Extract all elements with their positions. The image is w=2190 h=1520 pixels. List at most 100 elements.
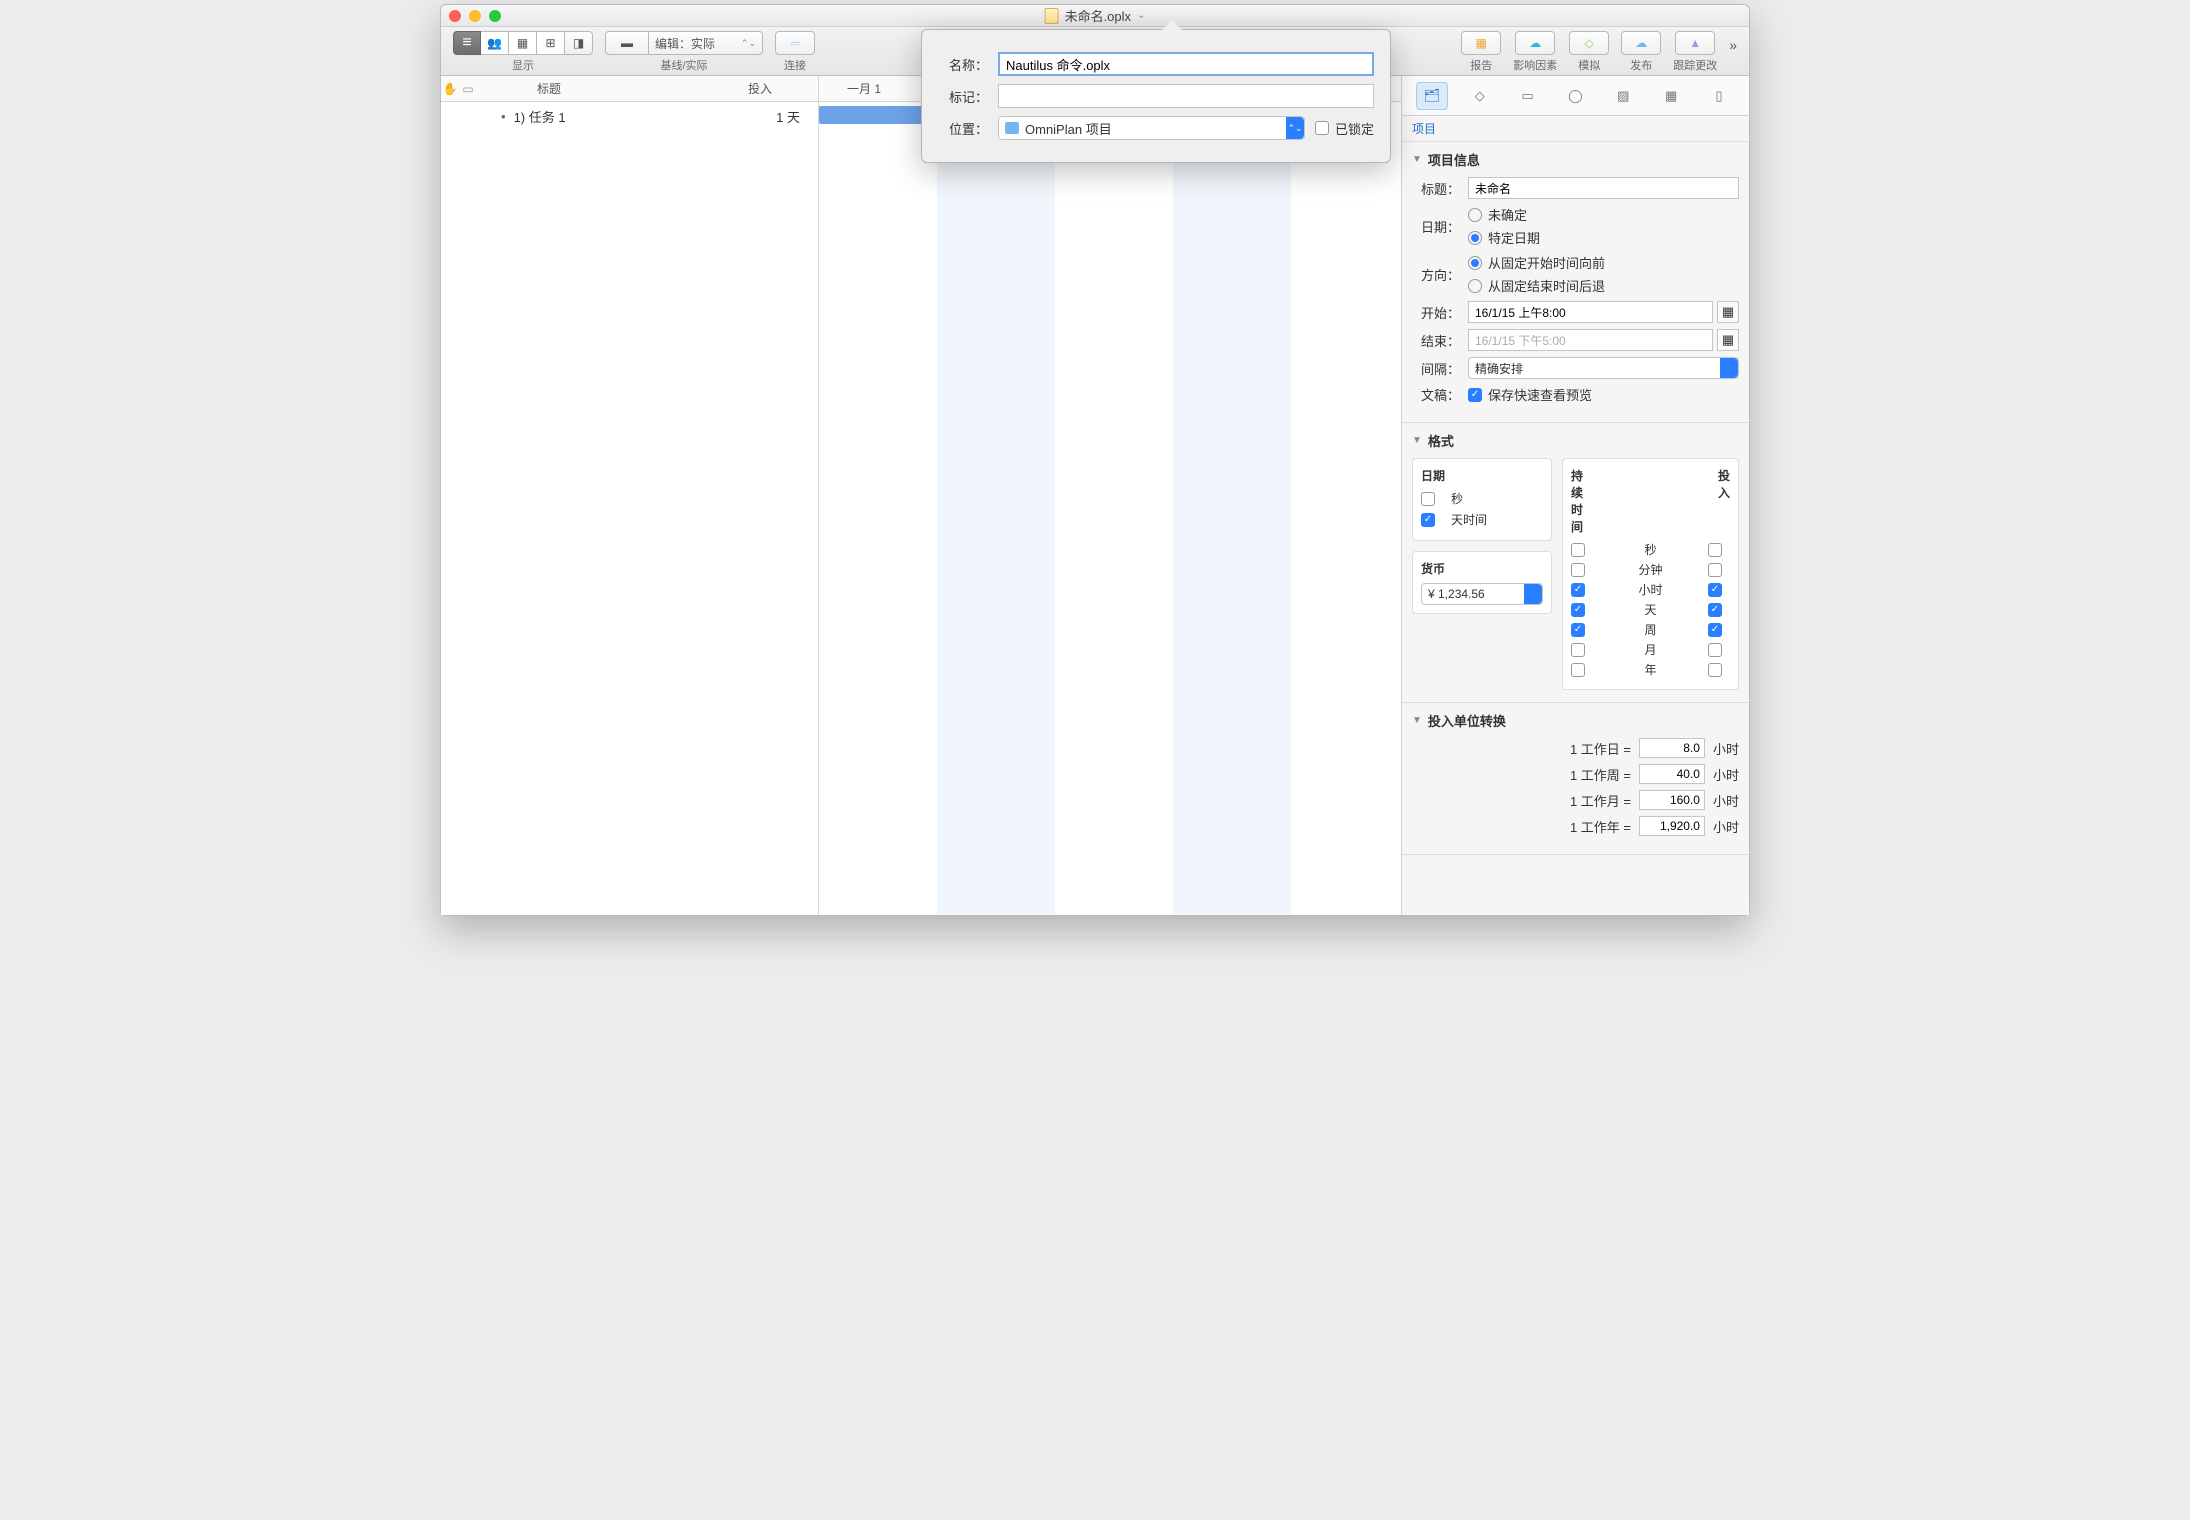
direction-backward-radio[interactable]: 从固定结束时间后退 (1468, 276, 1605, 295)
inspector-panel: 🗂 ◇ ▭ ◯ ▨ ▦ ▯ 项目 ▼项目信息 标题： 日期： 未确定 (1401, 76, 1749, 915)
field-label-start: 开始： (1412, 303, 1460, 322)
section-conversion-header[interactable]: ▼投入单位转换 (1412, 711, 1739, 730)
format-date-label: 日期 (1421, 467, 1543, 484)
conv-day-input[interactable] (1639, 738, 1705, 758)
field-label-doc: 文稿： (1412, 385, 1460, 404)
section-formats-header[interactable]: ▼格式 (1412, 431, 1739, 450)
track-changes-button[interactable]: ▲ (1675, 31, 1715, 55)
inspector-tab-milestones[interactable]: ◇ (1464, 82, 1496, 110)
conv-year-input[interactable] (1639, 816, 1705, 836)
baseline-dropdown[interactable]: 编辑：实际⌃⌄ (649, 31, 763, 55)
field-label-title: 标题： (1412, 179, 1460, 198)
format-daytime-checkbox[interactable]: 天时间 (1421, 511, 1543, 528)
direction-forward-radio[interactable]: 从固定开始时间向前 (1468, 253, 1605, 272)
quicklook-checkbox[interactable]: 保存快速查看预览 (1468, 385, 1592, 404)
dur-sec-checkbox[interactable] (1571, 543, 1585, 557)
inspector-tab-resource[interactable]: ◯ (1559, 82, 1591, 110)
inspector-tab-styles[interactable]: ▨ (1607, 82, 1639, 110)
dur-min-checkbox[interactable] (1571, 563, 1585, 577)
minimize-window-button[interactable] (469, 10, 481, 22)
eff-hour-checkbox[interactable] (1708, 583, 1722, 597)
outline-panel: ✋ ▭ 标题 投入 • 1) 任务 1 1 天 (441, 76, 819, 915)
field-label-end: 结束： (1412, 331, 1460, 350)
save-tag-input[interactable] (998, 84, 1374, 108)
section-project-info-header[interactable]: ▼项目信息 (1412, 150, 1739, 169)
simulate-button[interactable]: ◇ (1569, 31, 1609, 55)
format-duration-header: 持续时间 (1571, 467, 1593, 535)
violations-column-icon[interactable]: ✋ (441, 82, 459, 96)
start-calendar-button[interactable]: ▦ (1717, 301, 1739, 323)
end-calendar-button[interactable]: ▦ (1717, 329, 1739, 351)
eff-sec-checkbox[interactable] (1708, 543, 1722, 557)
locked-checkbox[interactable]: 已锁定 (1315, 119, 1374, 138)
inspector-tab-task[interactable]: ▭ (1512, 82, 1544, 110)
eff-min-checkbox[interactable] (1708, 563, 1722, 577)
toolbar-overflow-button[interactable]: » (1723, 31, 1743, 53)
impact-button[interactable]: ☁ (1515, 31, 1555, 55)
task-effort: 1 天 (776, 107, 800, 126)
document-title[interactable]: 未命名.oplx ⌄ (1045, 6, 1146, 25)
dur-day-checkbox[interactable] (1571, 603, 1585, 617)
format-seconds-checkbox[interactable]: 秒 (1421, 490, 1543, 507)
granularity-select[interactable]: 精确安排 (1468, 357, 1739, 379)
app-window: 未命名.oplx ⌄ 👥 ▦ ⊞ ◨ 显示 ▬ 编辑：实际⌃⌄ 基线/实际 ⎓ … (440, 4, 1750, 916)
baseline-toggle[interactable]: ▬ (605, 31, 649, 55)
column-header-title[interactable]: 标题 (477, 80, 748, 97)
inspector-tab-project[interactable]: 🗂 (1416, 82, 1448, 110)
eff-month-checkbox[interactable] (1708, 643, 1722, 657)
toolbar-label-impact: 影响因素 (1513, 57, 1557, 73)
dur-week-checkbox[interactable] (1571, 623, 1585, 637)
view-resources-button[interactable]: 👥 (481, 31, 509, 55)
task-row[interactable]: • 1) 任务 1 1 天 (441, 102, 818, 130)
publish-button[interactable]: ☁ (1621, 31, 1661, 55)
zoom-window-button[interactable] (489, 10, 501, 22)
conv-year-label: 1 工作年 = (1570, 817, 1631, 836)
connect-button[interactable]: ⎓ (775, 31, 815, 55)
view-gantt-button[interactable] (453, 31, 481, 55)
popover-tag-label: 标记： (938, 87, 988, 106)
field-label-date: 日期： (1412, 217, 1460, 236)
document-icon (1045, 8, 1059, 24)
inspector-tab-custom[interactable]: ▦ (1655, 82, 1687, 110)
start-date-input[interactable] (1468, 301, 1713, 323)
toolbar-label-track: 跟踪更改 (1673, 57, 1717, 73)
notes-column-icon[interactable]: ▭ (459, 82, 477, 96)
eff-day-checkbox[interactable] (1708, 603, 1722, 617)
report-button[interactable]: ▦ (1461, 31, 1501, 55)
currency-select[interactable]: ¥ 1,234.56 (1421, 583, 1543, 605)
inspector-tab-attachments[interactable]: ▯ (1703, 82, 1735, 110)
date-undetermined-radio[interactable]: 未确定 (1468, 205, 1540, 224)
document-filename: 未命名.oplx (1065, 6, 1131, 25)
toolbar-label-publish: 发布 (1630, 57, 1652, 73)
project-title-input[interactable] (1468, 177, 1739, 199)
view-styles-button[interactable]: ◨ (565, 31, 593, 55)
conv-day-label: 1 工作日 = (1570, 739, 1631, 758)
toolbar-label-connect: 连接 (784, 57, 806, 73)
task-bullet-icon: • (501, 109, 506, 124)
gantt-task-bar[interactable] (819, 106, 937, 124)
folder-icon (1005, 122, 1019, 134)
save-name-input[interactable] (998, 52, 1374, 76)
dur-hour-checkbox[interactable] (1571, 583, 1585, 597)
dur-year-checkbox[interactable] (1571, 663, 1585, 677)
conv-week-input[interactable] (1639, 764, 1705, 784)
chevron-down-icon: ⌄ (1137, 10, 1145, 21)
dur-month-checkbox[interactable] (1571, 643, 1585, 657)
conv-month-input[interactable] (1639, 790, 1705, 810)
column-header-effort[interactable]: 投入 (748, 80, 818, 97)
close-window-button[interactable] (449, 10, 461, 22)
conv-week-label: 1 工作周 = (1570, 765, 1631, 784)
field-label-granularity: 间隔： (1412, 359, 1460, 378)
view-network-button[interactable]: ⊞ (537, 31, 565, 55)
date-specific-radio[interactable]: 特定日期 (1468, 228, 1540, 247)
gantt-panel: 一月 1 (819, 76, 1401, 915)
inspector-tab-title: 项目 (1402, 116, 1749, 142)
end-date-input[interactable] (1468, 329, 1713, 351)
format-currency-label: 货币 (1421, 560, 1543, 577)
eff-week-checkbox[interactable] (1708, 623, 1722, 637)
gantt-chart[interactable] (819, 102, 1401, 915)
view-calendar-button[interactable]: ▦ (509, 31, 537, 55)
eff-year-checkbox[interactable] (1708, 663, 1722, 677)
save-popover: 名称： 标记： 位置： OmniPlan 项目 已锁定 (921, 29, 1391, 163)
save-location-select[interactable]: OmniPlan 项目 (998, 116, 1305, 140)
